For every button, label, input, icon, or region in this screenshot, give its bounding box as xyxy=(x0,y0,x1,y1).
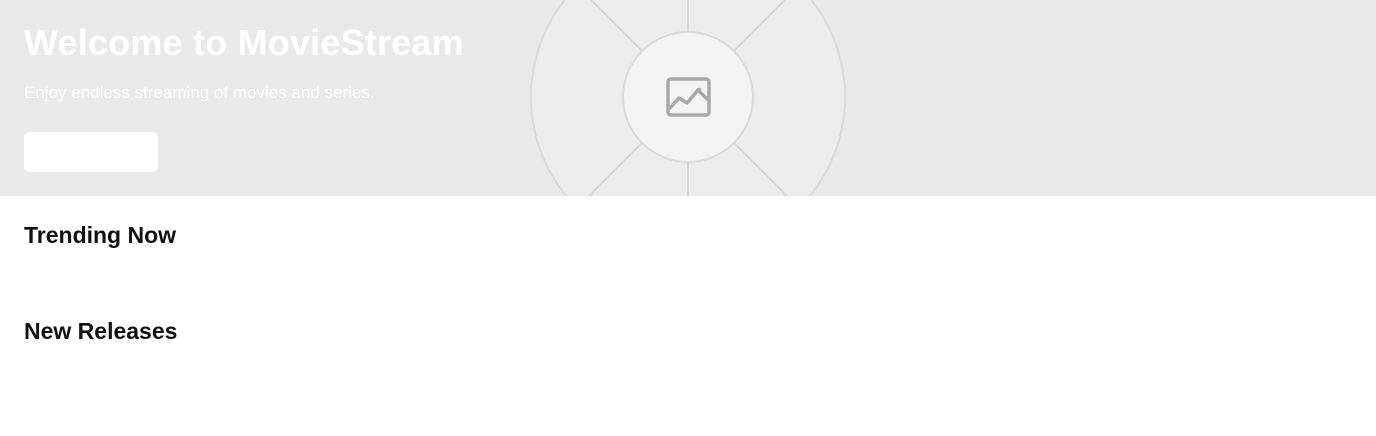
placeholder-wheel xyxy=(468,0,908,196)
section-title-trending: Trending Now xyxy=(24,222,177,248)
section-title-new-releases: New Releases xyxy=(24,318,178,344)
new-releases-row xyxy=(24,352,1352,392)
hero-cta-button[interactable] xyxy=(24,132,158,172)
hero-banner: Welcome to MovieStream Enjoy endless str… xyxy=(0,0,1376,196)
trending-row xyxy=(24,256,1352,296)
hero-subtitle: Enjoy endless streaming of movies and se… xyxy=(24,83,375,102)
hero-title: Welcome to MovieStream xyxy=(24,22,464,63)
